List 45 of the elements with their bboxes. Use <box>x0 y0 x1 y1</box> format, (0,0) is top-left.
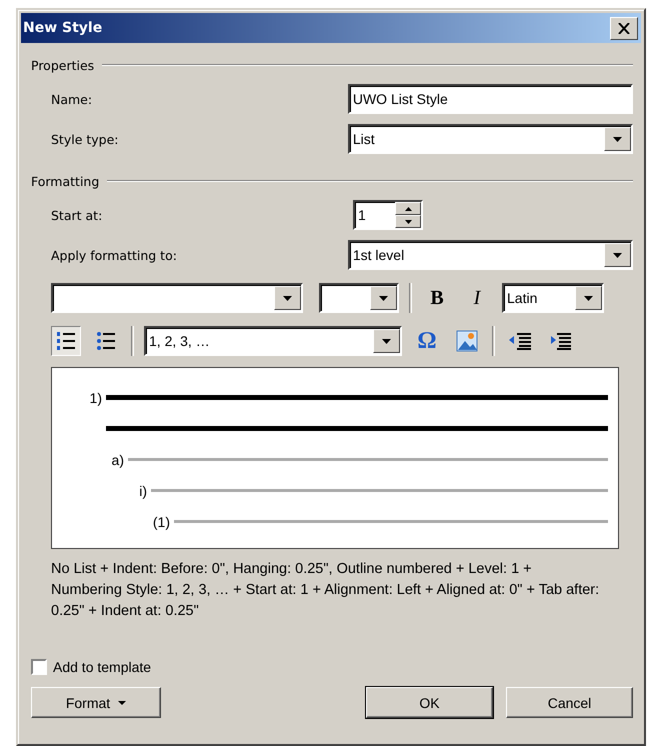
field-label: Apply formatting to: <box>51 248 178 262</box>
style-description: No List + Indent: Before: 0", Hanging: 0.25", Outline numbered + Level: 1 + Numbering Style: 1, 2, 3, … + Start at: 1 + Alignment: Left + Aligned at: 0" + Tab after: 0.25" + Indent at: 0.25" <box>51 560 600 621</box>
numbered-list-icon <box>57 331 75 351</box>
checkbox-label[interactable]: Add to template <box>53 659 152 675</box>
caret-icon <box>118 700 126 704</box>
list-marker: 1) <box>88 390 102 406</box>
font-dropdown[interactable] <box>51 283 303 313</box>
italic-button[interactable]: I <box>462 283 492 313</box>
start-at-spinner[interactable]: 1 <box>353 200 423 230</box>
dialog-button[interactable]: Cancel <box>506 687 633 718</box>
name-field[interactable]: UWO List Style <box>348 84 633 114</box>
bulleted-list-icon <box>97 331 115 351</box>
field-label: Style type: <box>51 132 120 146</box>
list-marker: a) <box>110 452 124 468</box>
landscape-icon <box>456 330 478 352</box>
dropdown-arrow-icon <box>613 136 622 142</box>
numbering-style-dropdown[interactable]: 1, 2, 3, … <box>144 326 402 356</box>
font-size-dropdown[interactable] <box>319 283 399 313</box>
down-arrow-icon <box>404 220 412 224</box>
dropdown-arrow-icon <box>379 296 388 300</box>
list-marker: (1) <box>152 514 170 530</box>
field-label: Name: <box>51 92 94 106</box>
apply-formatting-dropdown[interactable]: 1st level <box>348 240 633 270</box>
decrease-indent-icon <box>509 332 531 350</box>
group-heading: Properties <box>31 58 94 72</box>
up-arrow-icon <box>404 206 412 210</box>
bold-button[interactable]: B <box>422 283 452 313</box>
dropdown-arrow-icon <box>382 338 391 344</box>
close-icon <box>618 22 630 34</box>
checkbox[interactable] <box>31 659 47 675</box>
style-type-dropdown[interactable]: List <box>348 124 633 154</box>
group-heading: Formatting <box>31 174 100 188</box>
dropdown-arrow-icon <box>283 296 292 300</box>
list-marker: i) <box>138 482 147 498</box>
script-dropdown[interactable]: Latin <box>502 283 604 313</box>
field-label: Start at: <box>51 208 104 222</box>
dropdown-arrow-icon <box>613 252 622 258</box>
window-title: New Style <box>23 20 102 36</box>
dialog-button[interactable]: OK <box>366 687 493 718</box>
format-menu-button[interactable]: Format <box>31 687 161 718</box>
dropdown-arrow-icon <box>584 296 593 300</box>
close-button[interactable] <box>610 16 638 40</box>
numbered-list-button[interactable] <box>51 326 81 356</box>
increase-indent-icon <box>549 332 571 350</box>
insert-symbol-button[interactable]: Ω <box>412 326 442 356</box>
